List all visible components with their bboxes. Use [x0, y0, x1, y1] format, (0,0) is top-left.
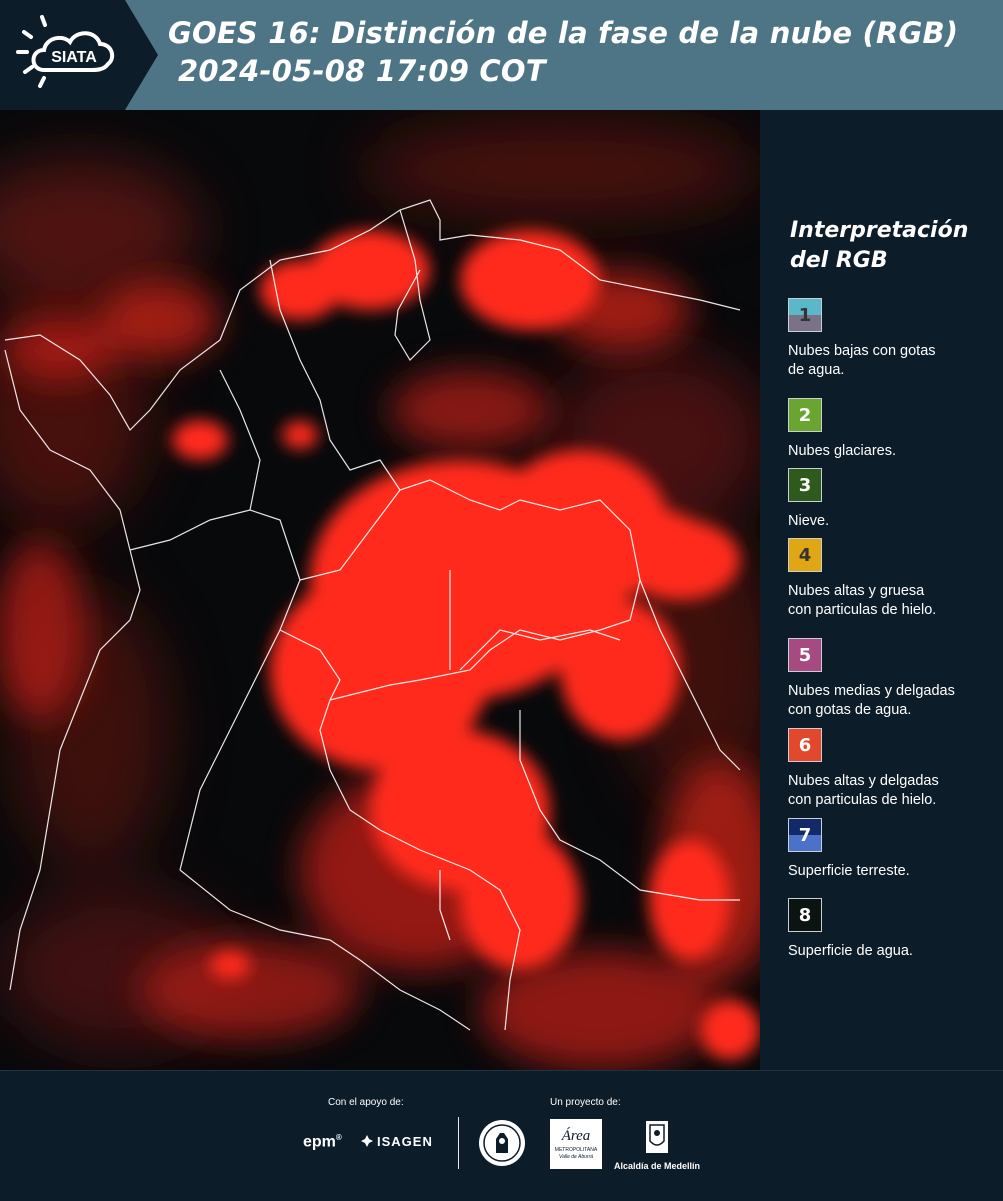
legend-label-line: Superficie terreste.: [788, 863, 910, 879]
legend-label: Nubes altas y gruesa con particulas de hi…: [788, 582, 998, 620]
footer-divider: [458, 1117, 459, 1169]
legend-label-line: Nubes medias y delgadas: [788, 683, 955, 699]
svg-text:SIATA: SIATA: [51, 49, 97, 66]
legend-number: 7: [798, 824, 812, 846]
legend-swatch-4: 4: [788, 538, 822, 572]
legend-label-line: con particulas de hielo.: [788, 602, 937, 618]
legend-swatch-1: 1: [788, 298, 822, 332]
legend-label-line: con particulas de hielo.: [788, 792, 937, 808]
legend-label-line: con gotas de agua.: [788, 702, 912, 718]
page-title: GOES 16: Distinción de la fase de la nub…: [168, 14, 958, 90]
legend-item-5: 5 Nubes medias y delgadas con gotas de agu…: [788, 638, 998, 720]
footer: Con el apoyo de: Un proyecto de: epm® IS…: [0, 1070, 1003, 1201]
legend-number: 1: [798, 304, 812, 326]
legend-number: 2: [798, 404, 812, 426]
legend-swatch-5: 5: [788, 638, 822, 672]
legend-item-8: 8 Superficie de agua.: [788, 898, 998, 961]
legend-label: Superficie terreste.: [788, 862, 998, 881]
alcaldia-logo: Alcaldía de Medellín: [612, 1119, 702, 1171]
legend-label: Nubes medias y delgadas con gotas de agua…: [788, 682, 998, 720]
legend-label: Nieve.: [788, 512, 998, 531]
satellite-image: [0, 110, 760, 1070]
title-line-1: GOES 16: Distinción de la fase de la nub…: [168, 16, 959, 50]
siata-logo: SIATA: [0, 0, 160, 110]
legend-item-3: 3 Nieve.: [788, 468, 998, 531]
legend-item-7: 7 Superficie terreste.: [788, 818, 998, 881]
project-label: Un proyecto de:: [550, 1097, 621, 1108]
header-bar: SIATA GOES 16: Distinción de la fase de …: [0, 0, 1003, 110]
legend-title-line-1: Interpretación: [790, 218, 969, 243]
legend-panel: Interpretación del RGB 1 Nubes bajas con …: [762, 110, 1003, 1070]
isagen-logo: ISAGEN: [360, 1134, 433, 1149]
legend-label-line: Nubes glaciares.: [788, 443, 896, 459]
coat-of-arms-icon: [646, 1121, 668, 1153]
legend-swatch-8: 8: [788, 898, 822, 932]
legend-number: 5: [798, 644, 812, 666]
legend-label: Superficie de agua.: [788, 942, 998, 961]
title-line-2: 2024-05-08 17:09 COT: [178, 54, 546, 88]
support-label: Con el apoyo de:: [328, 1097, 404, 1108]
legend-swatch-3: 3: [788, 468, 822, 502]
legend-number: 8: [798, 904, 812, 926]
legend-label: Nubes glaciares.: [788, 442, 998, 461]
legend-item-6: 6 Nubes altas y delgadas con particulas de…: [788, 728, 998, 810]
legend-title-line-2: del RGB: [790, 248, 888, 273]
legend-item-1: 1 Nubes bajas con gotas de agua.: [788, 298, 998, 380]
legend-number: 6: [798, 734, 812, 756]
isagen-icon: [361, 1135, 373, 1147]
legend-label-line: Nubes altas y delgadas: [788, 773, 939, 789]
seal-logo: [478, 1119, 526, 1171]
legend-label-line: de agua.: [788, 362, 845, 378]
legend-label: Nubes altas y delgadas con particulas de …: [788, 772, 998, 810]
legend-item-2: 2 Nubes glaciares.: [788, 398, 998, 461]
legend-label: Nubes bajas con gotas de agua.: [788, 342, 998, 380]
legend-number: 3: [798, 474, 812, 496]
legend-label-line: Superficie de agua.: [788, 943, 913, 959]
legend-item-4: 4 Nubes altas y gruesa con particulas de h…: [788, 538, 998, 620]
epm-logo: epm®: [303, 1133, 342, 1151]
area-metropolitana-logo: Área METROPOLITANA Valle de Aburrá: [550, 1119, 602, 1169]
legend-label-line: Nieve.: [788, 513, 830, 529]
legend-swatch-7: 7: [788, 818, 822, 852]
legend-label-line: Nubes altas y gruesa: [788, 583, 925, 599]
legend-number: 4: [798, 544, 812, 566]
legend-title: Interpretación del RGB: [790, 216, 968, 276]
legend-label-line: Nubes bajas con gotas: [788, 343, 936, 359]
legend-swatch-6: 6: [788, 728, 822, 762]
legend-swatch-2: 2: [788, 398, 822, 432]
